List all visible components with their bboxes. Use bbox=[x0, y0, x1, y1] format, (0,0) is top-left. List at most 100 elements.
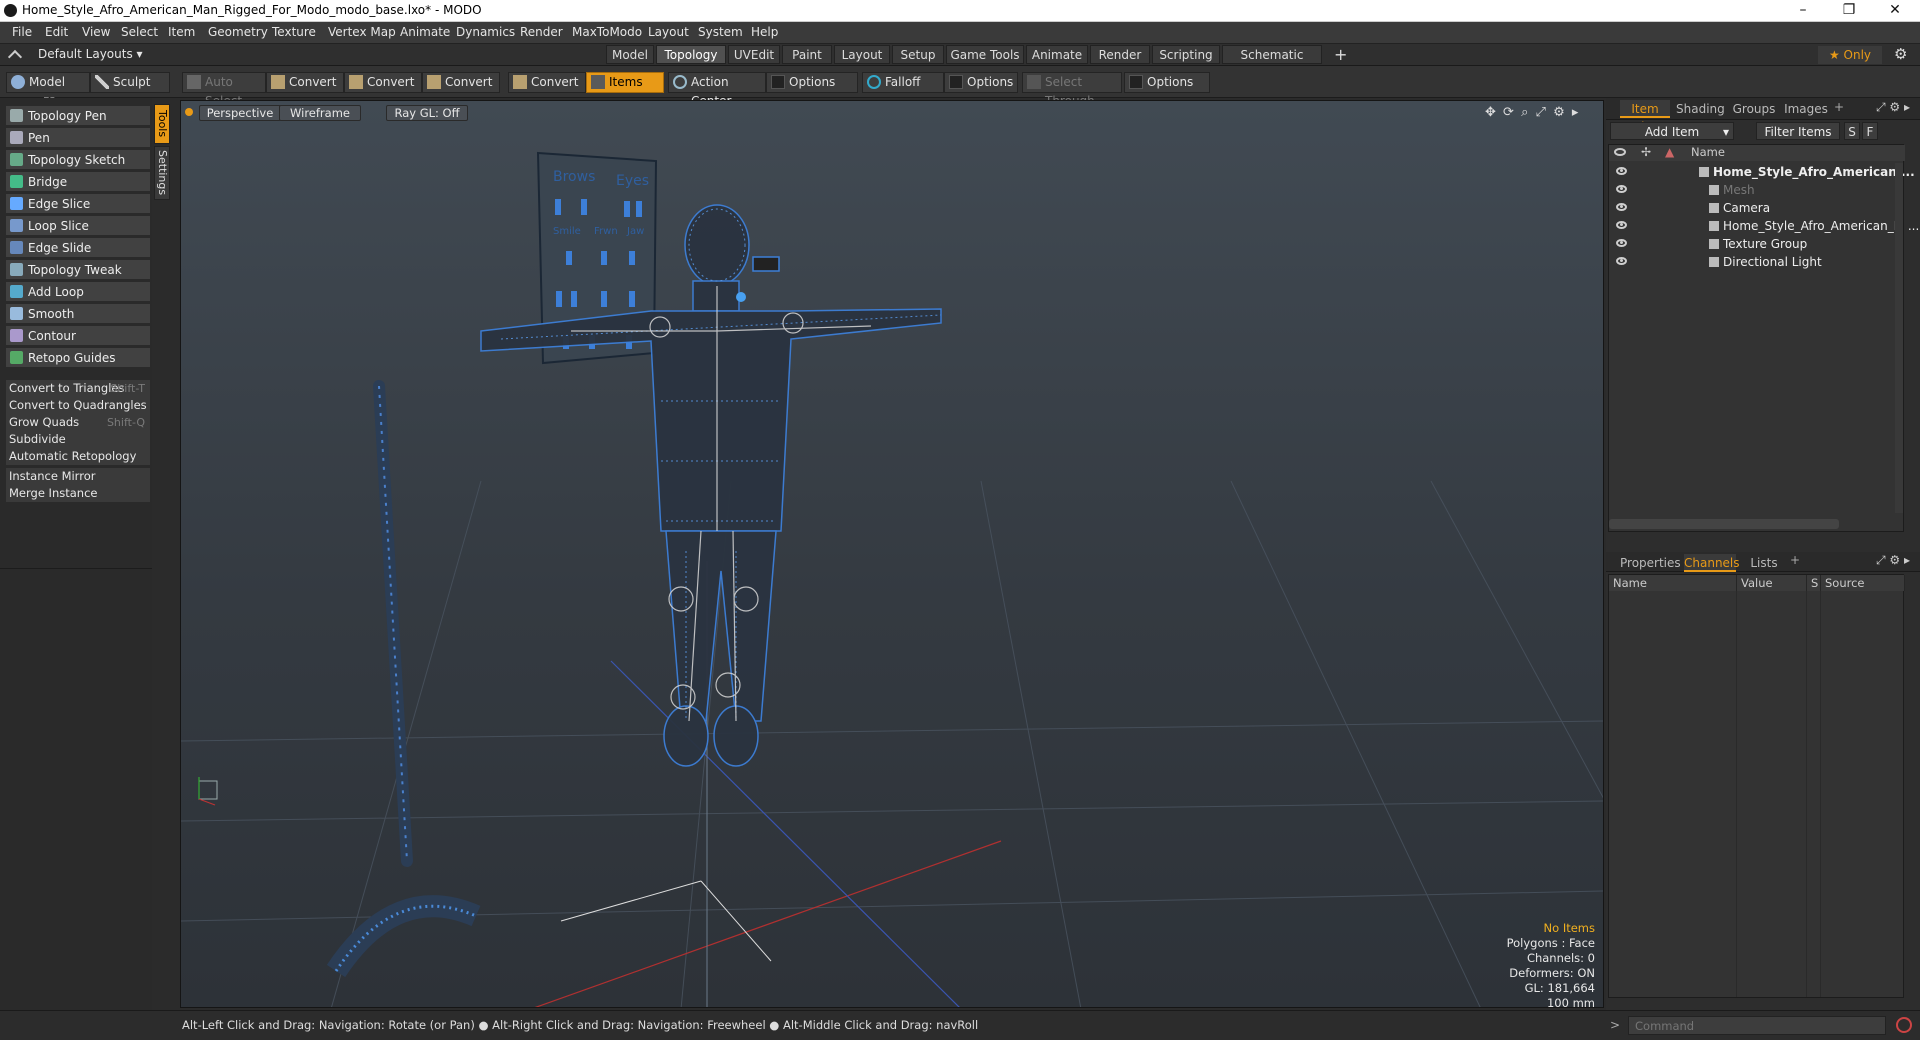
command-subdivide[interactable]: Subdivide bbox=[6, 431, 150, 448]
tree-row[interactable]: Mesh bbox=[1609, 181, 1901, 199]
menu-select[interactable]: Select bbox=[121, 25, 158, 39]
tool-bridge[interactable]: Bridge bbox=[6, 172, 150, 192]
convert-vertex-button[interactable]: Convert bbox=[266, 72, 344, 93]
tab-render[interactable]: Render bbox=[1090, 45, 1150, 64]
menu-render[interactable]: Render bbox=[520, 25, 563, 39]
menu-vertex-map[interactable]: Vertex Map bbox=[328, 25, 396, 39]
tab-animate[interactable]: Animate bbox=[1026, 45, 1088, 64]
tree-row[interactable]: Home_Style_Afro_American_M ... bbox=[1609, 217, 1919, 235]
tree-row[interactable]: Camera bbox=[1609, 199, 1901, 217]
falloff-options-button[interactable]: Options bbox=[944, 72, 1018, 93]
command-merge-instance[interactable]: Merge Instance bbox=[6, 485, 150, 502]
filter-items-input[interactable]: Filter Items bbox=[1756, 122, 1840, 140]
tab-tools[interactable]: Tools bbox=[154, 104, 170, 144]
tab-item-list[interactable]: Item List bbox=[1620, 100, 1670, 134]
tab-setup[interactable]: Setup bbox=[892, 45, 944, 64]
command-automatic-retopology[interactable]: Automatic Retopology bbox=[6, 448, 150, 465]
tool-topology-tweak[interactable]: Topology Tweak bbox=[6, 260, 150, 280]
maximize-button[interactable]: ❐ bbox=[1826, 0, 1872, 22]
tree-v-scrollbar[interactable] bbox=[1895, 163, 1903, 513]
eye-icon[interactable] bbox=[1616, 185, 1627, 193]
tool-contour[interactable]: Contour bbox=[6, 326, 150, 346]
menu-help[interactable]: Help bbox=[751, 25, 778, 39]
f-toggle[interactable]: F bbox=[1862, 122, 1878, 140]
tab-scripting[interactable]: Scripting bbox=[1152, 45, 1220, 64]
command-instance-mirror[interactable]: Instance Mirror bbox=[6, 468, 150, 485]
tab-settings[interactable]: Settings bbox=[154, 146, 170, 200]
eye-icon[interactable] bbox=[1616, 203, 1627, 211]
command-input[interactable] bbox=[1628, 1016, 1886, 1035]
tab-shading[interactable]: Shading bbox=[1676, 100, 1725, 118]
menu-animate[interactable]: Animate bbox=[400, 25, 450, 39]
tool-edge-slide[interactable]: Edge Slide bbox=[6, 238, 150, 258]
tool-smooth[interactable]: Smooth bbox=[6, 304, 150, 324]
command-grow-quads[interactable]: Grow Quads Shift-Q bbox=[6, 414, 150, 431]
tab-channels[interactable]: Channels bbox=[1684, 554, 1740, 572]
tab-model[interactable]: Model bbox=[606, 45, 654, 64]
menu-view[interactable]: View bbox=[82, 25, 110, 39]
select-options-button[interactable]: Options bbox=[1124, 72, 1210, 93]
eye-icon[interactable] bbox=[1616, 239, 1627, 247]
auto-select-button[interactable]: Auto Select bbox=[182, 72, 266, 108]
tool-topology-pen[interactable]: Topology Pen bbox=[6, 106, 150, 126]
menu-texture[interactable]: Texture bbox=[272, 25, 316, 39]
convert-item-button[interactable]: Convert bbox=[508, 72, 586, 93]
tab-lists[interactable]: Lists bbox=[1744, 554, 1784, 572]
tab-properties[interactable]: Properties bbox=[1620, 554, 1681, 572]
add-item-dropdown[interactable]: Add Item ▾ bbox=[1610, 122, 1734, 140]
menu-item[interactable]: Item bbox=[168, 25, 195, 39]
convert-polygon-button[interactable]: Convert bbox=[422, 72, 500, 93]
only-toggle[interactable]: ★ Only bbox=[1818, 46, 1882, 64]
items-mode-button[interactable]: Items bbox=[586, 72, 664, 93]
tool-add-loop[interactable]: Add Loop bbox=[6, 282, 150, 302]
add-tab-button[interactable]: + bbox=[1334, 45, 1347, 64]
eye-icon[interactable] bbox=[1616, 167, 1627, 175]
record-icon[interactable] bbox=[1896, 1017, 1912, 1033]
menu-geometry[interactable]: Geometry bbox=[208, 25, 268, 39]
add-tab-icon[interactable]: + bbox=[1834, 100, 1844, 114]
tree-h-scrollbar[interactable] bbox=[1609, 519, 1839, 529]
tab-paint[interactable]: Paint bbox=[782, 45, 832, 64]
tool-retopo-guides[interactable]: Retopo Guides bbox=[6, 348, 150, 368]
falloff-button[interactable]: Falloff bbox=[862, 72, 944, 93]
tool-topology-sketch[interactable]: Topology Sketch bbox=[6, 150, 150, 170]
tree-row[interactable]: Home_Style_Afro_American ... bbox=[1609, 163, 1915, 181]
minimize-button[interactable]: – bbox=[1780, 0, 1826, 22]
gear-icon[interactable]: ⚙ bbox=[1894, 45, 1907, 63]
action-center-options-button[interactable]: Options bbox=[766, 72, 858, 93]
eye-icon[interactable] bbox=[1616, 257, 1627, 265]
menu-file[interactable]: File bbox=[12, 25, 32, 39]
convert-edge-button[interactable]: Convert bbox=[344, 72, 422, 93]
command-convert-to-triangles[interactable]: Convert to Triangles Shift-T bbox=[6, 380, 150, 397]
menu-edit[interactable]: Edit bbox=[45, 25, 68, 39]
menu-maxtomodo[interactable]: MaxToModo bbox=[572, 25, 642, 39]
close-button[interactable]: ✕ bbox=[1872, 0, 1918, 22]
3d-viewport[interactable]: Perspective Wireframe Ray GL: Off ✥ ⟳ ⌕ … bbox=[180, 100, 1604, 1008]
tab-topology[interactable]: Topology bbox=[656, 45, 726, 64]
sculpt-mode-button[interactable]: Sculpt bbox=[90, 72, 170, 93]
action-center-button[interactable]: Action Center bbox=[668, 72, 766, 108]
tool-loop-slice[interactable]: Loop Slice bbox=[6, 216, 150, 236]
s-toggle[interactable]: S bbox=[1844, 122, 1860, 140]
layouts-dropdown[interactable]: Default Layouts ▾ bbox=[38, 47, 143, 61]
command-convert-to-quadrangles[interactable]: Convert to Quadrangles bbox=[6, 397, 150, 414]
collapse-arrow-icon[interactable] bbox=[7, 49, 23, 65]
eye-icon[interactable] bbox=[1616, 221, 1627, 229]
tab-schematic-fusion[interactable]: Schematic Fusion bbox=[1222, 45, 1322, 81]
tab-layout[interactable]: Layout bbox=[834, 45, 890, 64]
add-tab-icon[interactable]: + bbox=[1790, 553, 1800, 567]
tab-images[interactable]: Images bbox=[1784, 100, 1828, 118]
menu-layout[interactable]: Layout bbox=[648, 25, 689, 39]
menu-system[interactable]: System bbox=[698, 25, 743, 39]
panel-icons[interactable]: ⤢ ⚙ ▸ bbox=[1876, 553, 1910, 568]
tab-uvedit[interactable]: UVEdit bbox=[728, 45, 780, 64]
panel-icons[interactable]: ⤢ ⚙ ▸ bbox=[1876, 100, 1910, 115]
model-mode-button[interactable]: Model F2 bbox=[6, 72, 90, 108]
tree-row[interactable]: Directional Light bbox=[1609, 253, 1901, 271]
menu-dynamics[interactable]: Dynamics bbox=[456, 25, 515, 39]
tab-groups[interactable]: Groups bbox=[1732, 100, 1776, 118]
tool-edge-slice[interactable]: Edge Slice bbox=[6, 194, 150, 214]
tab-game-tools[interactable]: Game Tools bbox=[946, 45, 1024, 64]
tree-row[interactable]: Texture Group bbox=[1609, 235, 1901, 253]
tool-pen[interactable]: Pen bbox=[6, 128, 150, 148]
